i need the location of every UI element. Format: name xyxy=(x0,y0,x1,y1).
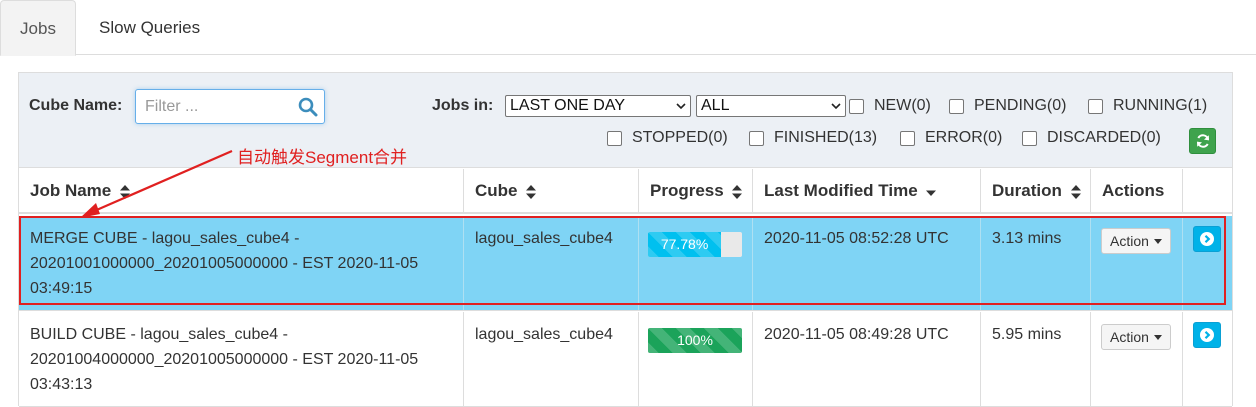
time-range-value: LAST ONE DAY xyxy=(510,97,625,114)
tab-bar: Jobs Slow Queries xyxy=(0,0,1256,56)
status-label: PENDING(0) xyxy=(974,97,1067,114)
column-header-last-modified[interactable]: Last Modified Time xyxy=(753,169,981,214)
jobs-in-label: Jobs in: xyxy=(432,97,494,114)
actions-cell: Action xyxy=(1091,312,1183,406)
column-label: Job Name xyxy=(30,181,112,200)
job-name-cell: MERGE CUBE - lagou_sales_cube4 - 2020100… xyxy=(19,216,464,310)
job-detail-button[interactable] xyxy=(1193,322,1221,348)
status-label: STOPPED(0) xyxy=(632,129,728,146)
cube-filter-input[interactable] xyxy=(136,90,291,123)
progress-cell: 77.78% xyxy=(639,216,753,310)
progress-fill: 77.78% xyxy=(648,232,722,257)
action-label: Action xyxy=(1110,329,1149,345)
duration-cell: 3.13 mins xyxy=(981,216,1091,310)
progress-bar: 77.78% xyxy=(648,232,742,257)
table-row[interactable]: MERGE CUBE - lagou_sales_cube4 - 2020100… xyxy=(19,216,1232,311)
tab-jobs[interactable]: Jobs xyxy=(0,0,76,56)
tab-slow-queries[interactable]: Slow Queries xyxy=(81,0,218,56)
column-label: Cube xyxy=(475,181,518,200)
caret-down-icon xyxy=(1154,335,1162,340)
checkbox[interactable] xyxy=(749,131,764,146)
jobs-panel: Cube Name: Jobs in: LAST ONE DAY ALL NEW… xyxy=(18,72,1233,407)
checkbox[interactable] xyxy=(1088,99,1103,114)
cube-cell: lagou_sales_cube4 xyxy=(464,312,639,406)
column-header-duration[interactable]: Duration xyxy=(981,169,1091,214)
sort-icon xyxy=(1070,184,1081,199)
status-label: NEW(0) xyxy=(874,97,931,114)
column-label: Actions xyxy=(1102,181,1165,200)
checkbox[interactable] xyxy=(949,99,964,114)
checkbox[interactable] xyxy=(607,131,622,146)
cube-filter-box xyxy=(135,89,325,124)
last-modified-cell: 2020-11-05 08:52:28 UTC xyxy=(753,216,981,310)
caret-down-icon xyxy=(1154,239,1162,244)
detail-cell xyxy=(1183,312,1234,406)
project-select[interactable]: ALL xyxy=(696,95,846,117)
progress-cell: 100% xyxy=(639,312,753,406)
column-header-job-name[interactable]: Job Name xyxy=(19,169,464,214)
checkbox[interactable] xyxy=(1022,131,1037,146)
cube-name-label: Cube Name: xyxy=(29,97,123,114)
sort-desc-icon xyxy=(926,190,937,196)
chevron-right-circle-icon xyxy=(1200,328,1214,342)
chevron-down-icon xyxy=(676,103,686,110)
column-header-actions: Actions xyxy=(1091,169,1183,214)
refresh-icon xyxy=(1197,134,1209,148)
job-detail-button[interactable] xyxy=(1193,226,1221,252)
sort-icon xyxy=(119,184,130,199)
annotation-note: 自动触发Segment合并 xyxy=(237,148,408,167)
column-header-blank xyxy=(1183,169,1234,214)
status-label: DISCARDED(0) xyxy=(1047,129,1161,146)
cube-cell: lagou_sales_cube4 xyxy=(464,216,639,310)
column-label: Progress xyxy=(650,181,724,200)
action-label: Action xyxy=(1110,233,1149,249)
checkbox[interactable] xyxy=(849,99,864,114)
detail-cell xyxy=(1183,216,1234,310)
progress-fill: 100% xyxy=(648,328,742,353)
column-label: Duration xyxy=(992,181,1062,200)
chevron-down-icon xyxy=(831,103,841,110)
action-dropdown-button[interactable]: Action xyxy=(1101,324,1171,350)
refresh-button[interactable] xyxy=(1189,128,1216,154)
filter-bar: Cube Name: Jobs in: LAST ONE DAY ALL NEW… xyxy=(19,73,1232,168)
sort-icon xyxy=(732,184,743,199)
job-name-cell: BUILD CUBE - lagou_sales_cube4 - 2020100… xyxy=(19,312,464,406)
action-dropdown-button[interactable]: Action xyxy=(1101,228,1171,254)
table-row[interactable]: BUILD CUBE - lagou_sales_cube4 - 2020100… xyxy=(19,312,1232,407)
table-header: Job Name Cube Progress Last Modified Tim… xyxy=(19,169,1232,214)
project-value: ALL xyxy=(701,97,730,114)
status-label: RUNNING(1) xyxy=(1113,97,1208,114)
last-modified-cell: 2020-11-05 08:49:28 UTC xyxy=(753,312,981,406)
column-header-cube[interactable]: Cube xyxy=(464,169,639,214)
column-header-progress[interactable]: Progress xyxy=(639,169,753,214)
time-range-select[interactable]: LAST ONE DAY xyxy=(505,95,691,117)
status-label: ERROR(0) xyxy=(925,129,1003,146)
checkbox[interactable] xyxy=(900,131,915,146)
sort-icon xyxy=(526,184,537,199)
search-icon[interactable] xyxy=(298,97,318,117)
duration-cell: 5.95 mins xyxy=(981,312,1091,406)
actions-cell: Action xyxy=(1091,216,1183,310)
progress-bar: 100% xyxy=(648,328,742,353)
column-label: Last Modified Time xyxy=(764,181,918,200)
status-label: FINISHED(13) xyxy=(774,129,878,146)
chevron-right-circle-icon xyxy=(1200,232,1214,246)
